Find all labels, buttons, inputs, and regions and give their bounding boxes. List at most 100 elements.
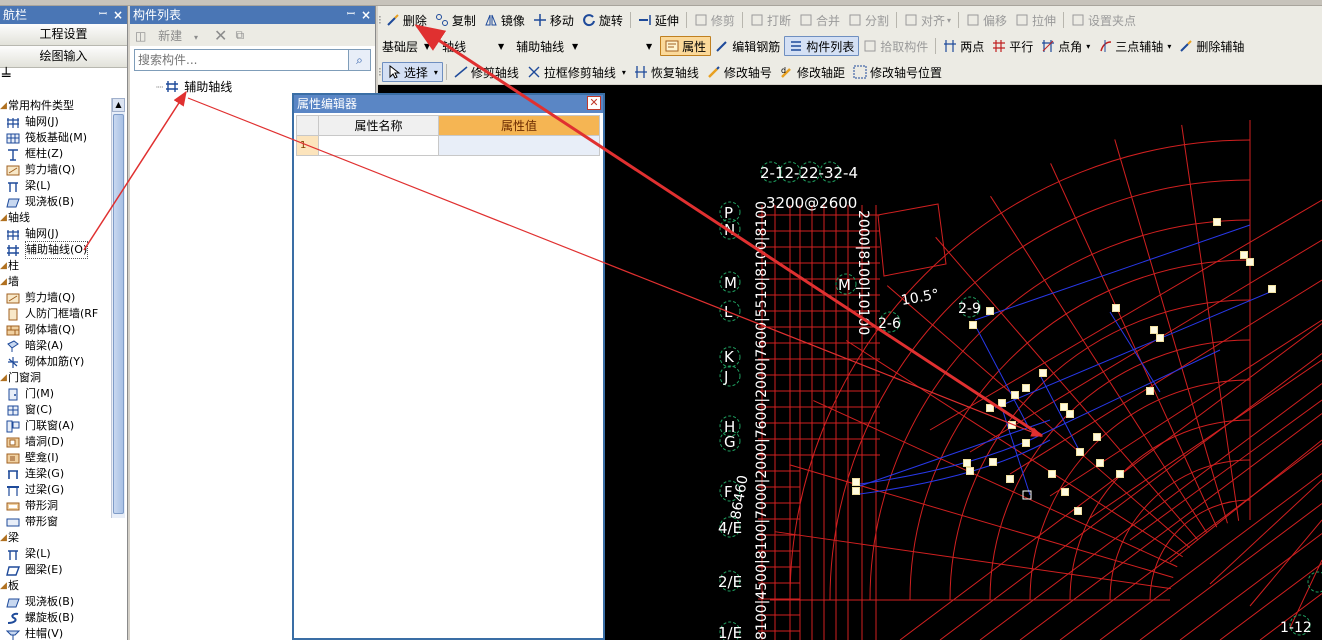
tree-item[interactable]: 门联窗(A) [0, 418, 110, 434]
toolbar-button[interactable]: 修剪轴线 [450, 62, 523, 82]
toolbar-button[interactable]: 移动 [529, 10, 578, 30]
scroll-up-icon[interactable]: ▲ [112, 98, 125, 112]
tree-group[interactable]: ◢ 轴线 [0, 210, 110, 226]
tree-item[interactable]: 辅助轴线(O) [0, 241, 110, 259]
tree-item[interactable]: 砌体加筋(Y) [0, 354, 110, 370]
component-item[interactable]: ┈ 辅助轴线 [156, 78, 232, 95]
tree-item[interactable]: 剪力墙(Q) [0, 162, 110, 178]
nav-scrollbar[interactable]: ▲ [111, 98, 125, 518]
toolbar-button[interactable]: 点角 ▾ [1037, 36, 1094, 56]
expand-icon[interactable]: ◢ [0, 210, 8, 226]
toolbar-button[interactable]: 属性 [660, 36, 712, 56]
tree-item[interactable]: 窗(C) [0, 402, 110, 418]
toolbar-button[interactable]: 合并 [795, 10, 844, 30]
toolbar-button[interactable]: 偏移 [962, 10, 1011, 30]
toolbar-button[interactable]: 构件列表 [784, 36, 860, 56]
tree-item[interactable]: 现浇板(B) [0, 594, 110, 610]
expand-icon[interactable]: ◢ [0, 258, 8, 274]
expand-icon[interactable]: ◢ [0, 530, 8, 546]
project-settings-button[interactable]: 工程设置 [0, 24, 127, 46]
tree-group[interactable]: ◢ 梁 [0, 530, 110, 546]
new-button[interactable]: ◫ 新建 ▾ [135, 27, 206, 44]
tree-item[interactable]: 圈梁(E) [0, 562, 110, 578]
tree-item[interactable]: 筏板基础(M) [0, 130, 110, 146]
toolbar-button[interactable]: 拾取构件 [859, 36, 932, 56]
close-icon[interactable]: ✕ [587, 96, 601, 110]
toolbar-button[interactable]: 拉框修剪轴线 ▾ [523, 62, 630, 82]
toolbar-button[interactable]: 选择 ▾ [381, 62, 443, 82]
tree-item[interactable]: 梁(L) [0, 178, 110, 194]
toolbar-button[interactable]: 编辑钢筋 [711, 36, 784, 56]
scroll-thumb[interactable] [113, 114, 124, 514]
tree-item[interactable]: 带形窗 [0, 514, 110, 530]
tree-item[interactable]: 带形洞 [0, 498, 110, 514]
expand-icon[interactable]: ◢ [0, 274, 8, 290]
tree-group[interactable]: ◢ 常用构件类型 [0, 98, 110, 114]
tree-item[interactable]: 柱帽(V) [0, 626, 110, 640]
tree-item[interactable]: 人防门框墙(RF [0, 306, 110, 322]
search-icon[interactable]: ⌕ [348, 50, 370, 70]
floor-select[interactable]: 基础层 ▼ [378, 36, 434, 56]
delete-comp-icon[interactable]: ✕ [214, 26, 227, 45]
toolbar-button[interactable]: 删除 [382, 10, 431, 30]
grip-point [963, 459, 971, 467]
toolbar-button[interactable]: 修剪 [690, 10, 739, 30]
toolbar-button[interactable]: 修改轴号位置 [849, 62, 946, 82]
toolbar-button[interactable]: 分割 [844, 10, 893, 30]
tree-group[interactable]: ◢ 柱 [0, 258, 110, 274]
separator [935, 38, 937, 54]
tree-group[interactable]: ◢ 墙 [0, 274, 110, 290]
toolbar-button[interactable]: d 修改轴距 [776, 62, 849, 82]
toolbar-button[interactable]: 修改轴号 [703, 62, 776, 82]
tree-item[interactable]: 门(M) [0, 386, 110, 402]
pin-icon[interactable]: ꟷ [347, 6, 355, 24]
close-icon[interactable]: × [361, 6, 371, 24]
toolbar-button[interactable]: 复制 [431, 10, 480, 30]
tree-item[interactable]: 剪力墙(Q) [0, 290, 110, 306]
table-row[interactable]: 1 [296, 135, 600, 156]
tree-group[interactable]: ◢ 板 [0, 578, 110, 594]
component-select[interactable]: ▼ [586, 36, 656, 56]
toolbar-button[interactable]: 平行 [988, 36, 1037, 56]
toolbar-button[interactable]: 恢复轴线 [630, 62, 703, 82]
tree-item[interactable]: 暗梁(A) [0, 338, 110, 354]
toolbar-button[interactable]: 延伸 [634, 10, 683, 30]
toolbar-button-label: 设置夹点 [1088, 13, 1137, 28]
toolbar-button[interactable]: 对齐 ▾ [900, 10, 955, 30]
toolbar-button[interactable]: 三点辅轴 ▾ [1094, 36, 1175, 56]
tree-item[interactable]: 过梁(G) [0, 482, 110, 498]
drawing-input-button[interactable]: 绘图输入 [0, 46, 127, 68]
expand-icon[interactable]: ◢ [0, 370, 8, 386]
toolbar-button[interactable]: 拉伸 [1011, 10, 1060, 30]
tree-item[interactable]: 连梁(G) [0, 466, 110, 482]
tree-item[interactable]: 轴网(J) [0, 114, 110, 130]
toolbar-button[interactable]: 打断 [746, 10, 795, 30]
toolbar-button-label: 拾取构件 [880, 39, 929, 54]
expand-icon[interactable]: ◢ [0, 98, 8, 114]
tree-item[interactable]: 螺旋板(B) [0, 610, 110, 626]
search-input[interactable] [135, 50, 345, 70]
toolbar-button[interactable]: 设置夹点 [1067, 10, 1140, 30]
tree-collapse-icon[interactable]: ╧ [2, 68, 10, 84]
category-select[interactable]: 轴线 ▼ [438, 36, 508, 56]
toolbar-button[interactable]: 删除辅轴 [1175, 36, 1248, 56]
tree-label: 墙 [8, 275, 19, 288]
tree-item[interactable]: 壁龛(I) [0, 450, 110, 466]
pin-icon[interactable]: ꟷ [99, 6, 107, 24]
tree-item[interactable]: 砌体墙(Q) [0, 322, 110, 338]
tree-group[interactable]: ◢ 门窗洞 [0, 370, 110, 386]
property-value-cell[interactable] [438, 135, 600, 156]
toolbar-button[interactable]: 镜像 [480, 10, 529, 30]
tree-item[interactable]: 现浇板(B) [0, 194, 110, 210]
tree-item[interactable]: 轴网(J) [0, 226, 110, 242]
expand-icon[interactable]: ◢ [0, 578, 8, 594]
tree-item[interactable]: 墙洞(D) [0, 434, 110, 450]
close-icon[interactable]: × [113, 6, 123, 24]
copy-comp-icon[interactable]: ⧉ [235, 28, 244, 43]
tree-item[interactable]: 框柱(Z) [0, 146, 110, 162]
toolbar-button[interactable]: 两点 [939, 36, 988, 56]
tree-item[interactable]: 梁(L) [0, 546, 110, 562]
toolbar-button[interactable]: 旋转 [578, 10, 627, 30]
type-select[interactable]: 辅助轴线 ▼ [512, 36, 582, 56]
property-name-cell[interactable] [318, 135, 439, 156]
